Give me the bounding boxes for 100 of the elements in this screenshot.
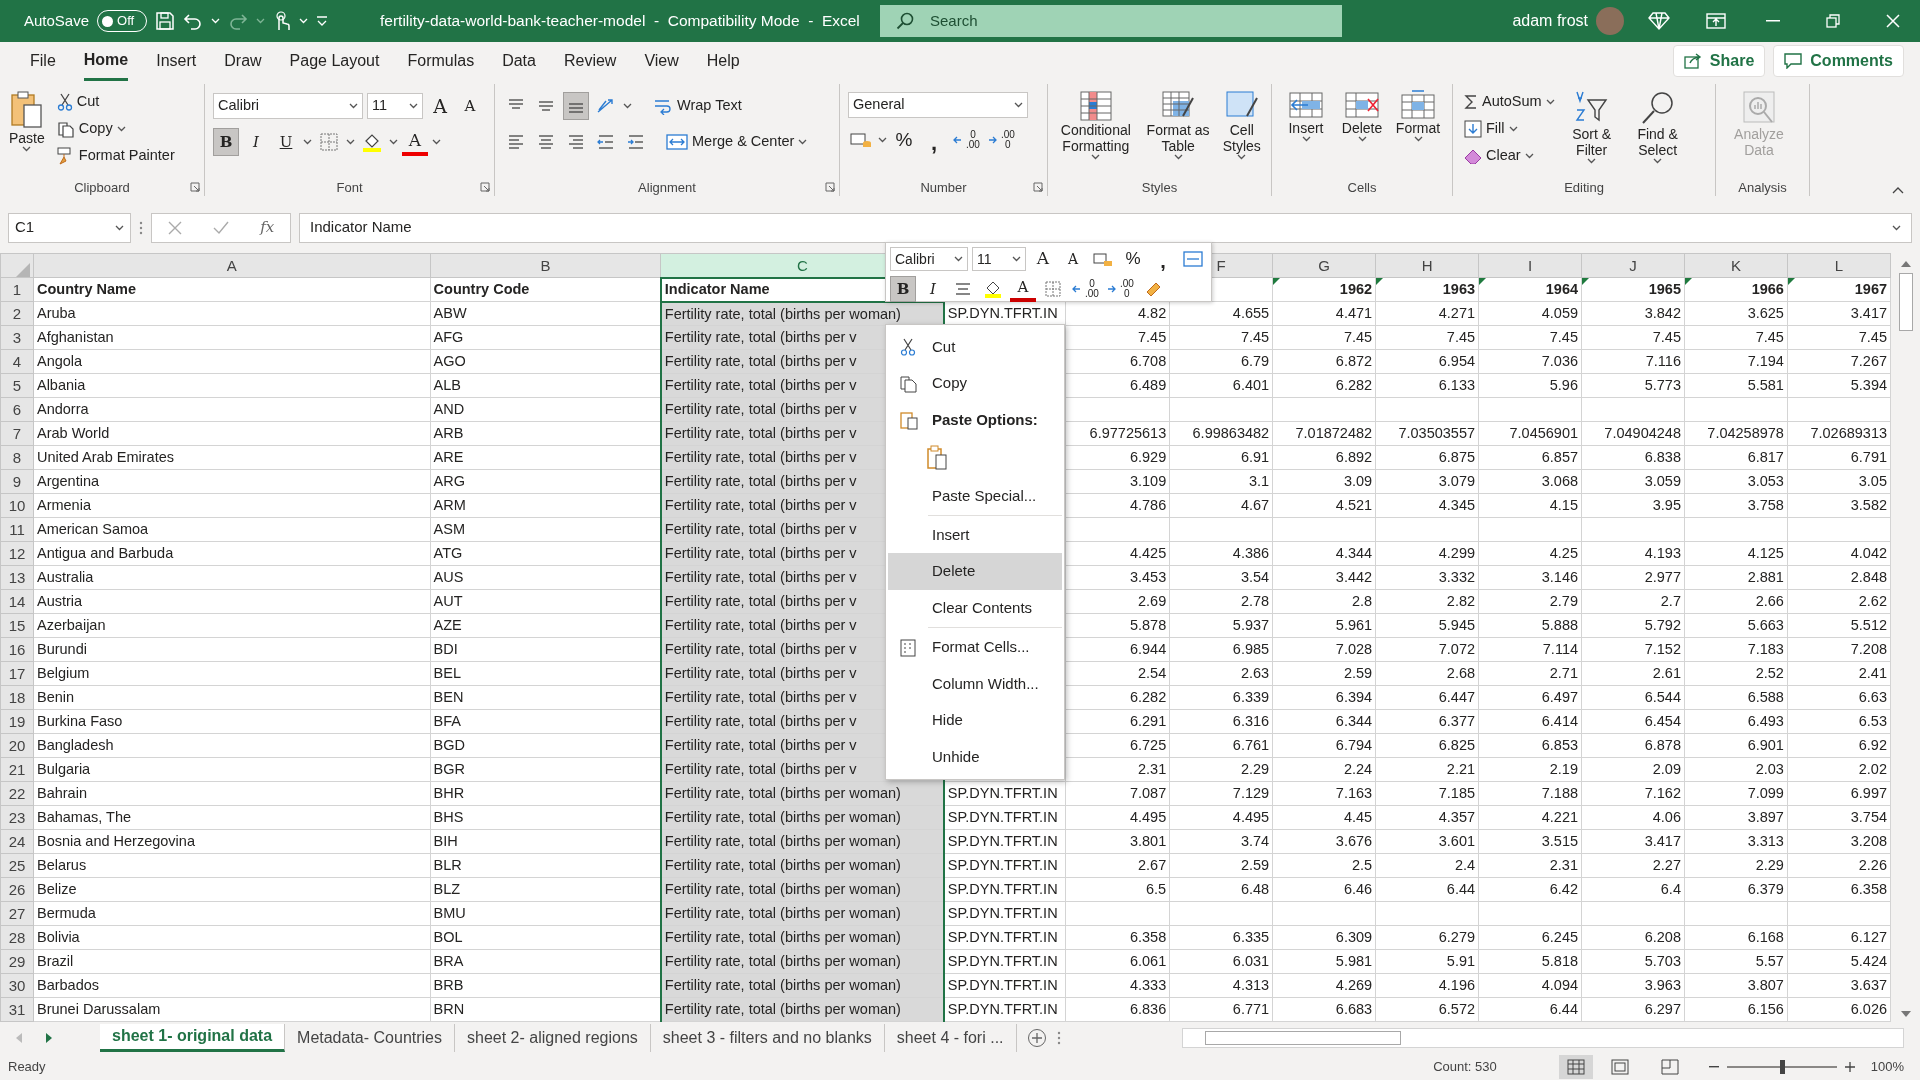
spreadsheet-cell[interactable]: 6.892 — [1272, 445, 1376, 470]
customize-icon[interactable] — [316, 15, 329, 27]
spreadsheet-cell[interactable]: 4.67 — [1169, 493, 1273, 518]
spreadsheet-cell[interactable]: 7.45 — [1375, 325, 1479, 350]
dialog-launcher-icon[interactable] — [1033, 182, 1043, 192]
row-header[interactable]: 18 — [0, 685, 34, 710]
spreadsheet-cell[interactable]: SP.DYN.TFRT.IN — [943, 925, 1066, 950]
spreadsheet-cell[interactable]: 4.495 — [1065, 805, 1170, 830]
spreadsheet-cell[interactable]: 2.62 — [1787, 589, 1891, 614]
column-header[interactable]: A — [33, 253, 431, 278]
sheet-tab[interactable]: Metadata- Countries — [285, 1023, 455, 1052]
spreadsheet-cell[interactable]: 6.761 — [1169, 733, 1273, 758]
font-style-button[interactable]: U — [273, 128, 299, 156]
diamond-icon[interactable] — [1648, 11, 1670, 31]
spreadsheet-cell[interactable]: Fertility rate, total (births per woman) — [660, 973, 944, 998]
row-header[interactable]: 15 — [0, 613, 34, 638]
spreadsheet-cell[interactable]: Brazil — [33, 949, 431, 974]
spreadsheet-cell[interactable]: Azerbaijan — [33, 613, 431, 638]
spreadsheet-cell[interactable]: Bermuda — [33, 901, 431, 926]
spreadsheet-cell[interactable]: 6.358 — [1787, 877, 1891, 902]
spreadsheet-cell[interactable]: 7.03503557 — [1375, 421, 1479, 446]
spreadsheet-cell[interactable]: 6.91 — [1169, 445, 1273, 470]
spreadsheet-cell[interactable]: Benin — [33, 685, 431, 710]
redo-icon[interactable] — [228, 11, 249, 31]
spreadsheet-cell[interactable]: 6.817 — [1684, 445, 1788, 470]
spreadsheet-cell[interactable]: 7.45 — [1272, 325, 1376, 350]
spreadsheet-cell[interactable]: 5.394 — [1787, 373, 1891, 398]
spreadsheet-cell[interactable]: Belgium — [33, 661, 431, 686]
ribbon-tab[interactable]: Insert — [156, 43, 197, 79]
row-header[interactable]: 1 — [0, 277, 34, 302]
spreadsheet-cell[interactable]: 3.801 — [1065, 829, 1170, 854]
row-header[interactable]: 12 — [0, 541, 34, 566]
spreadsheet-cell[interactable]: 2.7 — [1581, 589, 1685, 614]
spreadsheet-cell[interactable]: 6.44 — [1375, 877, 1479, 902]
spreadsheet-cell[interactable]: 1963 — [1375, 277, 1479, 302]
row-header[interactable]: 27 — [0, 901, 34, 926]
spreadsheet-cell[interactable]: 2.31 — [1478, 853, 1582, 878]
spreadsheet-cell[interactable]: Bolivia — [33, 925, 431, 950]
spreadsheet-cell[interactable]: 6.872 — [1272, 349, 1376, 374]
spreadsheet-cell[interactable]: 3.053 — [1684, 469, 1788, 494]
spreadsheet-cell[interactable]: 3.332 — [1375, 565, 1479, 590]
spreadsheet-cell[interactable]: 2.68 — [1375, 661, 1479, 686]
spreadsheet-cell[interactable]: 6.282 — [1272, 373, 1376, 398]
row-header[interactable]: 2 — [0, 301, 34, 326]
spreadsheet-cell[interactable]: 3.417 — [1581, 829, 1685, 854]
percent-button[interactable]: % — [891, 126, 917, 154]
spreadsheet-cell[interactable]: Brunei Darussalam — [33, 997, 431, 1022]
spreadsheet-cell[interactable]: 6.245 — [1478, 925, 1582, 950]
row-header[interactable]: 29 — [0, 949, 34, 974]
spreadsheet-cell[interactable]: 7.208 — [1787, 637, 1891, 662]
spreadsheet-cell[interactable]: SP.DYN.TFRT.IN — [943, 781, 1066, 806]
spreadsheet-cell[interactable]: 6.48 — [1169, 877, 1273, 902]
collapse-ribbon-icon[interactable] — [1892, 186, 1904, 194]
find-select-button[interactable]: Find & Select — [1625, 88, 1690, 169]
spreadsheet-cell[interactable]: 6.588 — [1684, 685, 1788, 710]
spreadsheet-cell[interactable]: Fertility rate, total (births per woman) — [660, 949, 944, 974]
decrease-decimal-button[interactable]: .00 0 — [985, 126, 1017, 154]
increase-decimal-button[interactable]: 0 .00 — [951, 126, 982, 154]
spreadsheet-cell[interactable]: 2.59 — [1272, 661, 1376, 686]
spreadsheet-cell[interactable]: American Samoa — [33, 517, 431, 542]
spreadsheet-cell[interactable]: 7.45 — [1787, 325, 1891, 350]
font-color-button[interactable]: A — [402, 128, 428, 156]
column-header[interactable]: I — [1478, 253, 1582, 278]
spreadsheet-cell[interactable]: 3.068 — [1478, 469, 1582, 494]
spreadsheet-cell[interactable]: Fertility rate, total (births per woman) — [660, 829, 944, 854]
spreadsheet-cell[interactable]: 3.54 — [1169, 565, 1273, 590]
spreadsheet-cell[interactable]: 3.601 — [1375, 829, 1479, 854]
spreadsheet-cell[interactable]: 7.114 — [1478, 637, 1582, 662]
spreadsheet-cell[interactable]: 5.512 — [1787, 613, 1891, 638]
add-sheet-icon[interactable] — [1026, 1027, 1047, 1048]
spreadsheet-cell[interactable]: 6.339 — [1169, 685, 1273, 710]
insert-function-button[interactable]: fx — [260, 216, 275, 239]
spreadsheet-cell[interactable]: 7.45 — [1169, 325, 1273, 350]
spreadsheet-cell[interactable]: 4.059 — [1478, 301, 1582, 326]
spreadsheet-cell[interactable]: SP.DYN.TFRT.IN — [943, 997, 1066, 1022]
row-header[interactable]: 24 — [0, 829, 34, 854]
scrollbar-thumb[interactable] — [1898, 273, 1913, 331]
spreadsheet-cell[interactable]: 4.269 — [1272, 973, 1376, 998]
spreadsheet-cell[interactable]: Belize — [33, 877, 431, 902]
spreadsheet-cell[interactable]: 6.46 — [1272, 877, 1376, 902]
spreadsheet-cell[interactable]: Fertility rate, total (births per woman) — [660, 997, 944, 1022]
font-style-button[interactable]: B — [890, 276, 916, 302]
spreadsheet-cell[interactable]: 2.59 — [1169, 853, 1273, 878]
merge-center-button[interactable]: Merge & Center — [663, 128, 811, 156]
spreadsheet-cell[interactable]: Antigua and Barbuda — [33, 541, 431, 566]
dialog-launcher-icon[interactable] — [480, 182, 490, 192]
spreadsheet-cell[interactable]: 3.582 — [1787, 493, 1891, 518]
spreadsheet-cell[interactable]: Afghanistan — [33, 325, 431, 350]
spreadsheet-cell[interactable]: 2.26 — [1787, 853, 1891, 878]
shrink-font-button[interactable]: A — [457, 92, 483, 120]
spreadsheet-cell[interactable]: 6.497 — [1478, 685, 1582, 710]
spreadsheet-cell[interactable]: 4.193 — [1581, 541, 1685, 566]
spreadsheet-cell[interactable]: 4.25 — [1478, 541, 1582, 566]
spreadsheet-cell[interactable]: 4.344 — [1272, 541, 1376, 566]
scroll-down-icon[interactable] — [1900, 1011, 1911, 1017]
spreadsheet-cell[interactable]: 2.78 — [1169, 589, 1273, 614]
spreadsheet-cell[interactable]: 6.5 — [1065, 877, 1170, 902]
spreadsheet-cell[interactable]: 7.267 — [1787, 349, 1891, 374]
spreadsheet-cell[interactable]: 4.45 — [1272, 805, 1376, 830]
spreadsheet-cell[interactable]: SP.DYN.TFRT.IN — [943, 949, 1066, 974]
